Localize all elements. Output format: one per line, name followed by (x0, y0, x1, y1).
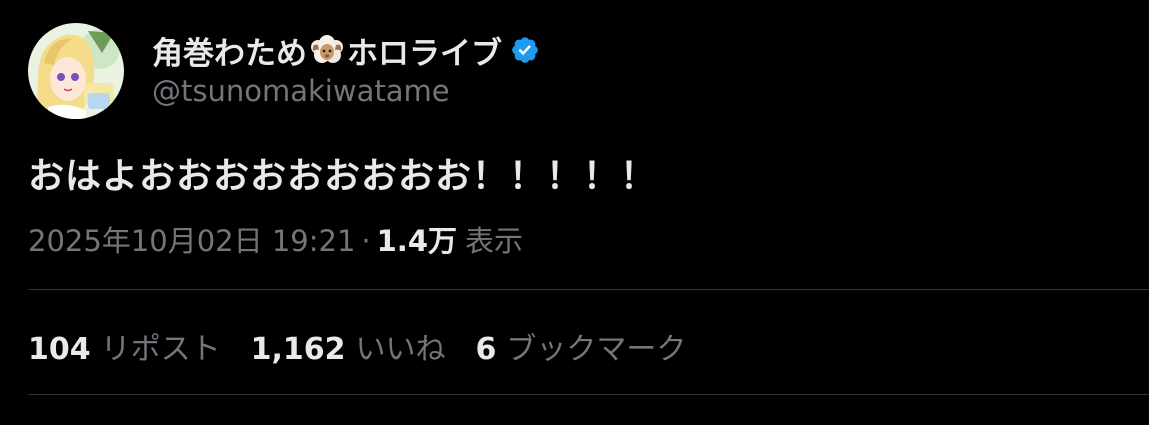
timestamp-link[interactable]: 2025年10月02日 19:21 (28, 218, 355, 260)
tweet-meta: 2025年10月02日 19:21 · 1.4万 表示 (28, 218, 523, 260)
likes-label: いいね (355, 332, 446, 367)
display-name-text: 角巻わため (152, 35, 307, 72)
reposts-stat[interactable]: 104 リポスト (28, 324, 221, 368)
display-name-link[interactable]: 角巻わため ホロライブ (152, 28, 540, 72)
reposts-label: リポスト (100, 332, 221, 367)
bookmarks-label: ブックマーク (506, 332, 687, 367)
likes-stat[interactable]: 1,162 いいね (251, 324, 446, 368)
engagement-stats: 104 リポスト 1,162 いいね 6 ブックマーク (28, 324, 716, 368)
divider (28, 394, 1149, 395)
tweet-detail: 角巻わため ホロライブ @tsunomakiwatame おはよおおおおおおおお… (0, 0, 1149, 425)
avatar[interactable] (28, 23, 124, 119)
bookmarks-count: 6 (475, 332, 497, 367)
user-handle[interactable]: @tsunomakiwatame (152, 74, 450, 108)
reposts-count: 104 (28, 332, 91, 367)
divider (28, 289, 1149, 290)
avatar-image (28, 23, 124, 119)
meta-separator: · (361, 224, 371, 258)
likes-count: 1,162 (250, 332, 346, 367)
display-name-suffix: ホロライブ (347, 35, 502, 72)
display-name: 角巻わため ホロライブ (152, 28, 502, 73)
tweet-text: おはよおおおおおおおおお！！！！！ (28, 156, 658, 197)
verified-badge-icon (512, 37, 538, 63)
views-count: 1.4万 (376, 224, 457, 258)
sheep-icon (311, 35, 343, 63)
views-label: 表示 (465, 224, 524, 258)
bookmarks-stat[interactable]: 6 ブックマーク (476, 324, 687, 368)
